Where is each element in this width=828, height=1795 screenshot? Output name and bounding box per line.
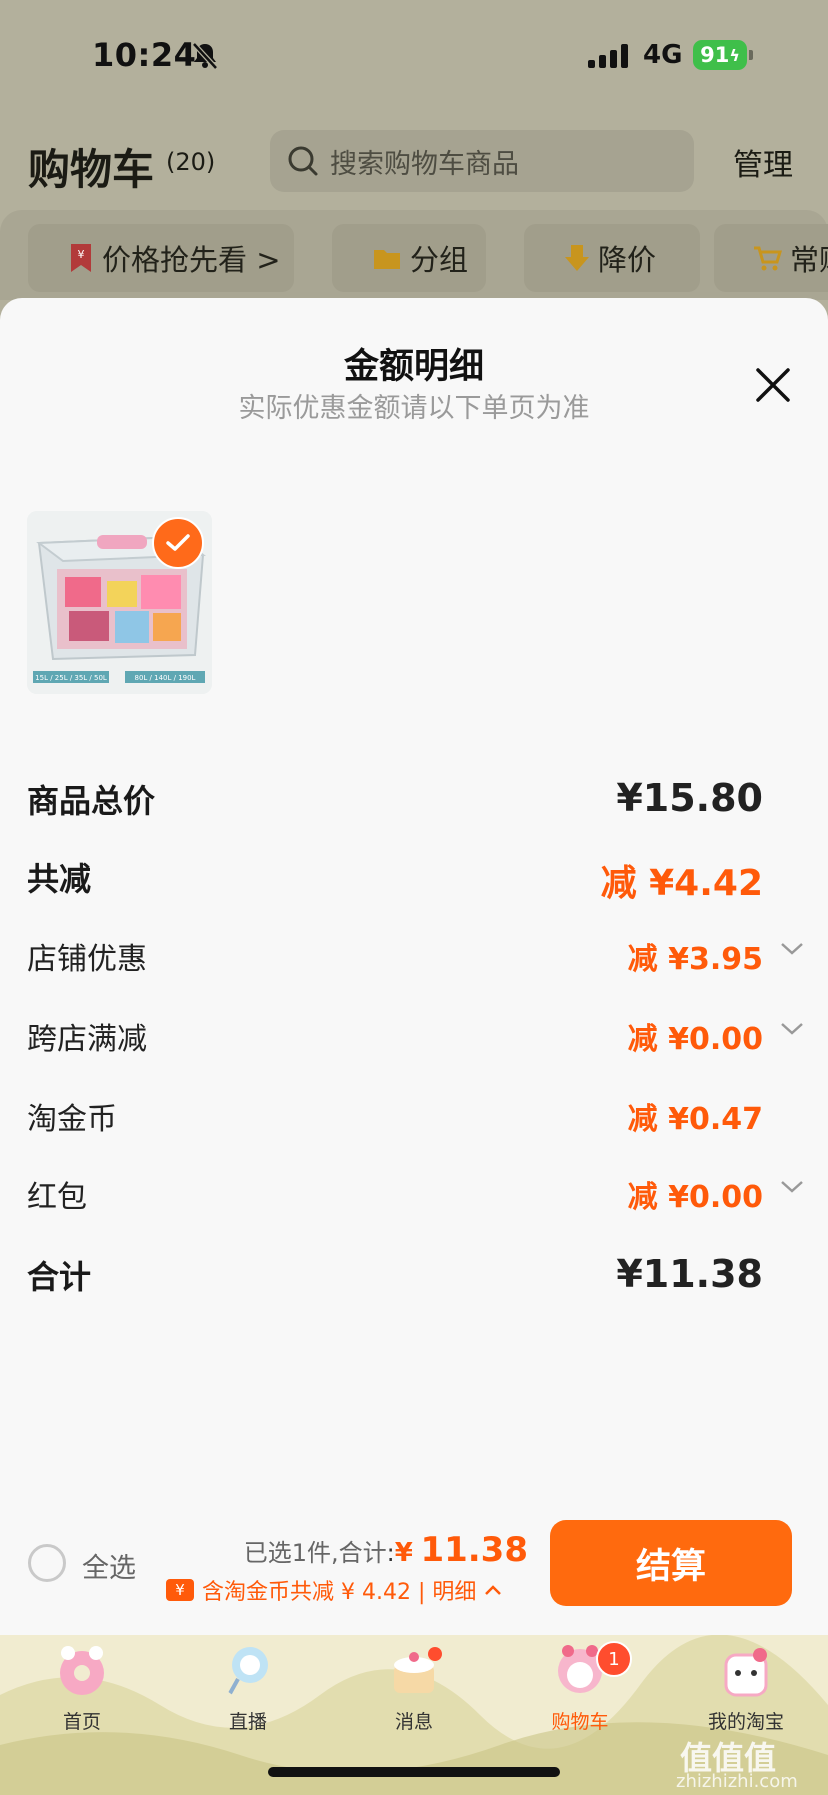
filter-chips: ¥ 价格抢先看 > 分组 降价 常购 <box>0 210 828 300</box>
coupon-yen-icon: ¥ <box>166 1579 194 1601</box>
chevron-down-icon[interactable] <box>779 1178 805 1196</box>
row-label: 淘金币 <box>27 1102 117 1137</box>
search-icon <box>288 146 318 176</box>
home-donut-icon <box>60 1646 104 1695</box>
row-label: 共减 <box>27 860 92 898</box>
chip-label: 常购 <box>790 243 828 277</box>
row-label: 跨店满减 <box>27 1022 147 1057</box>
arrow-down-icon <box>565 245 589 271</box>
tab-label: 直播 <box>228 1711 267 1733</box>
tab-my-taobao[interactable]: 我的淘宝 <box>686 1641 806 1734</box>
tab-cart[interactable]: 1 购物车 <box>520 1641 640 1734</box>
tab-label: 我的淘宝 <box>707 1711 784 1733</box>
row-red-packet[interactable]: 红包 减 ¥0.00 <box>27 1172 803 1232</box>
row-total: 合计 ¥11.38 <box>27 1252 787 1312</box>
row-value: 减 ¥0.47 <box>627 1102 763 1137</box>
currency-symbol: ¥ <box>394 1538 413 1568</box>
close-icon[interactable] <box>748 360 798 410</box>
row-value: 减 ¥0.00 <box>627 1180 763 1215</box>
search-bar[interactable]: 搜索购物车商品 <box>270 130 694 192</box>
chevron-down-icon[interactable] <box>779 940 805 958</box>
cart-badge: 1 <box>596 1641 632 1677</box>
chip-frequent[interactable]: 常购 <box>714 224 828 292</box>
checkout-button[interactable]: 结算 <box>550 1520 792 1606</box>
status-time: 10:24 <box>92 36 197 74</box>
select-all-label[interactable]: 全选 <box>82 1546 136 1585</box>
sheet-subtitle: 实际优惠金额请以下单页为准 <box>238 393 590 424</box>
tab-label: 首页 <box>62 1711 101 1733</box>
row-subtotal: 商品总价 ¥15.80 <box>27 776 787 836</box>
checkout-total: 11.38 <box>420 1530 528 1570</box>
status-bar: 10:24 4G 91 ϟ <box>0 0 828 110</box>
manage-button[interactable]: 管理 <box>733 140 793 184</box>
chip-label: 降价 <box>598 243 657 277</box>
tab-messages[interactable]: 消息 <box>354 1641 474 1734</box>
amount-detail-sheet: 金额明细 实际优惠金额请以下单页为准 15L / 25L / 35L / 50L… <box>0 298 828 1635</box>
profile-kitty-icon <box>724 1648 768 1697</box>
svg-text:¥: ¥ <box>78 248 85 261</box>
checkout-bar: 全选 已选1件,合计:¥ 11.38 ¥ 含淘金币共减 ¥ 4.42 | 明细 … <box>0 1510 828 1635</box>
coin-note: 含淘金币共减 ¥ 4.42 | 明细 <box>202 1580 477 1605</box>
battery-level: 91 <box>700 43 730 67</box>
row-cross-shop[interactable]: 跨店满减 减 ¥0.00 <box>27 1014 803 1074</box>
product-size-label: 15L / 25L / 35L / 50L <box>35 674 107 682</box>
tab-label: 购物车 <box>551 1711 609 1733</box>
row-label: 商品总价 <box>27 782 156 820</box>
row-value: 减 ¥4.42 <box>600 863 763 904</box>
chip-label: 分组 <box>410 243 469 277</box>
checkout-summary: 已选1件,合计:¥ 11.38 <box>244 1530 528 1570</box>
tab-live[interactable]: 直播 <box>188 1641 308 1734</box>
battery-icon: 91 ϟ <box>693 40 753 70</box>
network-type: 4G <box>643 40 683 70</box>
selected-check-icon[interactable] <box>152 517 204 569</box>
row-value: ¥11.38 <box>616 1252 763 1296</box>
unread-dot <box>428 1647 442 1661</box>
page-title: 购物车 <box>28 145 155 194</box>
chip-label: 价格抢先看 > <box>102 243 281 277</box>
chip-price-preview[interactable]: ¥ 价格抢先看 > <box>28 224 294 292</box>
row-label: 合计 <box>27 1258 92 1296</box>
product-size-label: 80L / 140L / 190L <box>135 674 196 682</box>
bottom-tab-bar: 首页 直播 消息 1 购物车 我的淘宝 值值值 zhizhizhi.com <box>0 1635 828 1795</box>
cart-plus-icon <box>754 246 783 271</box>
bookmark-yen-icon: ¥ <box>71 244 91 272</box>
cart-header: 购物车 (20) 搜索购物车商品 管理 <box>0 118 828 208</box>
tab-home[interactable]: 首页 <box>22 1641 142 1734</box>
sheet-title: 金额明细 <box>343 347 484 387</box>
live-lollipop-icon <box>226 1647 268 1698</box>
chevron-down-icon[interactable] <box>779 1020 805 1038</box>
chip-price-drop[interactable]: 降价 <box>524 224 700 292</box>
summary-colon: : <box>386 1539 395 1567</box>
row-coins: 淘金币 减 ¥0.47 <box>27 1094 787 1154</box>
cart-count: (20) <box>166 148 216 176</box>
watermark-url: zhizhizhi.com <box>676 1771 798 1792</box>
tab-label: 消息 <box>394 1711 433 1733</box>
row-shop-discount[interactable]: 店铺优惠 减 ¥3.95 <box>27 934 803 994</box>
selected-count-text: 已选1件,合计 <box>243 1539 387 1567</box>
row-label: 店铺优惠 <box>27 942 147 977</box>
row-label: 红包 <box>27 1180 87 1215</box>
mute-bell-icon <box>192 42 218 70</box>
row-value: 减 ¥3.95 <box>627 942 763 977</box>
search-input[interactable]: 搜索购物车商品 <box>330 142 519 181</box>
row-value: ¥15.80 <box>616 776 763 820</box>
coin-discount-detail[interactable]: ¥ 含淘金币共减 ¥ 4.42 | 明细 <box>166 1574 502 1606</box>
cellular-signal-icon <box>588 44 628 68</box>
chip-group[interactable]: 分组 <box>332 224 486 292</box>
chevron-up-icon <box>485 1585 502 1595</box>
row-value: 减 ¥0.00 <box>627 1022 763 1057</box>
select-all-radio[interactable] <box>28 1544 66 1582</box>
home-indicator[interactable] <box>268 1767 560 1777</box>
row-total-discount: 共减 减 ¥4.42 <box>27 854 787 914</box>
folder-icon <box>374 250 400 269</box>
